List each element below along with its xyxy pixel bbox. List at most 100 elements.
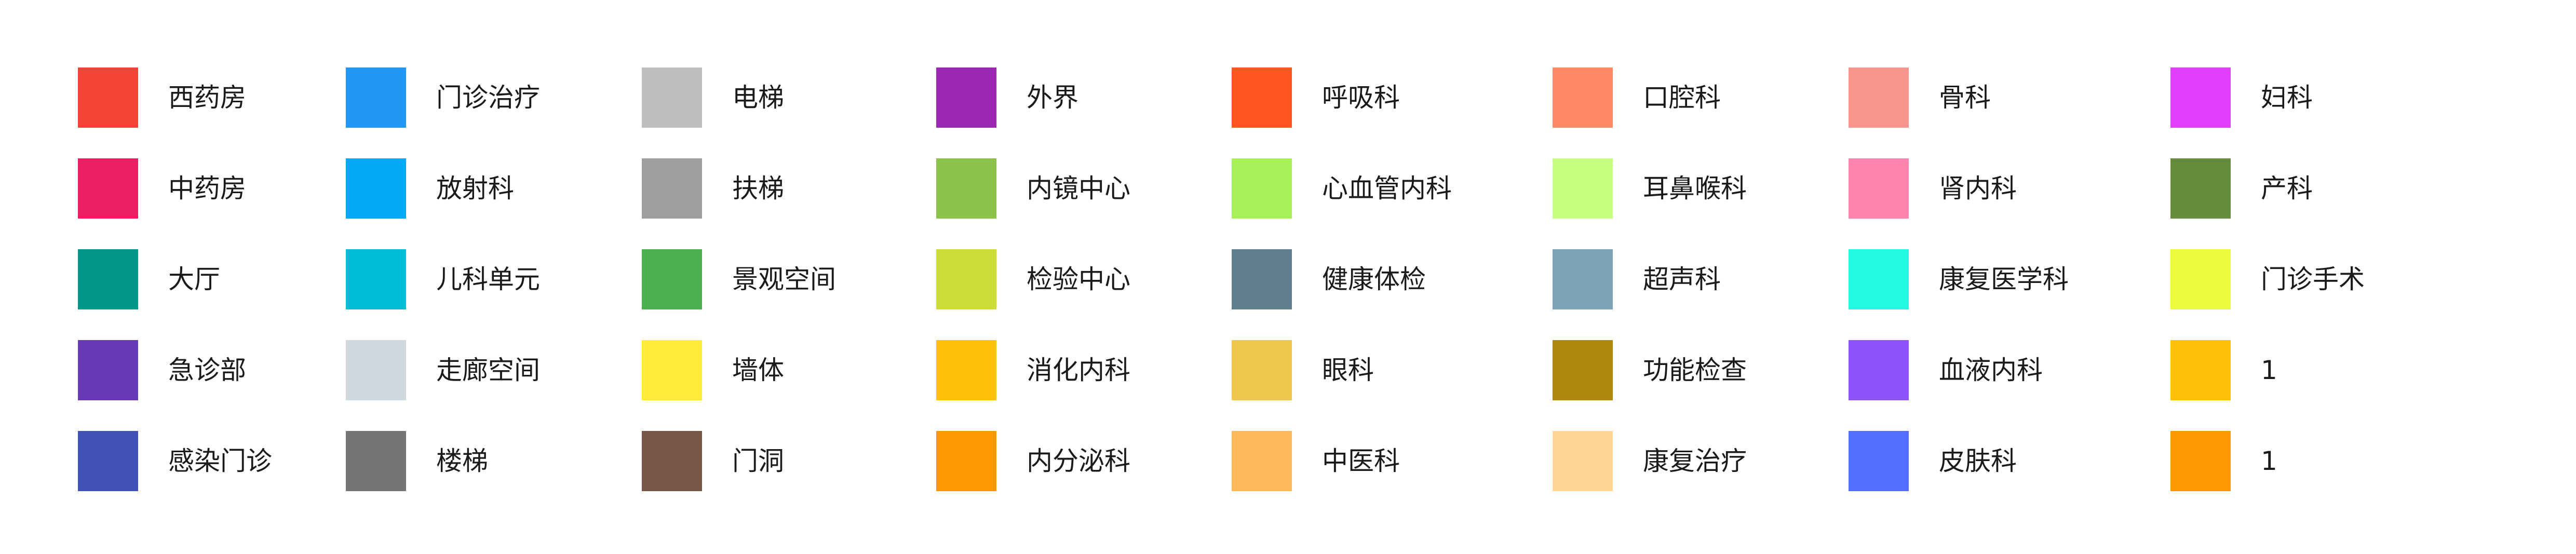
legend-item: 门诊治疗	[346, 67, 678, 128]
legend-label: 耳鼻喉科	[1643, 173, 1747, 204]
legend-label: 内镜中心	[1027, 173, 1130, 204]
legend-label: 妇科	[2261, 83, 2313, 113]
legend-item: 肾内科	[1849, 158, 2181, 219]
legend-swatch	[1553, 67, 1613, 128]
legend-label: 景观空间	[732, 264, 836, 294]
legend-item: 儿科单元	[346, 249, 678, 309]
legend-swatch	[936, 67, 996, 128]
legend-item: 走廊空间	[346, 340, 678, 400]
legend-item: 妇科	[2170, 67, 2503, 128]
legend-label: 消化内科	[1027, 355, 1130, 385]
legend-swatch	[1232, 431, 1292, 491]
legend-label: 口腔科	[1643, 83, 1721, 113]
legend-swatch	[346, 158, 406, 219]
legend-item: 1	[2170, 340, 2503, 400]
legend-item: 眼科	[1232, 340, 1564, 400]
legend-swatch	[2170, 67, 2231, 128]
legend-item: 功能检查	[1553, 340, 1885, 400]
legend-label: 超声科	[1643, 264, 1721, 294]
legend-item: 电梯	[642, 67, 974, 128]
legend-swatch	[642, 340, 702, 400]
legend-swatch	[1849, 158, 1909, 219]
legend-swatch	[346, 340, 406, 400]
legend-swatch	[1553, 158, 1613, 219]
legend-label: 康复医学科	[1939, 264, 2069, 294]
legend-label: 外界	[1027, 83, 1078, 113]
legend-swatch	[642, 249, 702, 309]
legend-label: 大厅	[168, 264, 220, 294]
legend-label: 西药房	[168, 83, 246, 113]
legend-item: 心血管内科	[1232, 158, 1564, 219]
legend-swatch	[642, 67, 702, 128]
legend-item: 呼吸科	[1232, 67, 1564, 128]
legend-item: 楼梯	[346, 431, 678, 491]
legend-label: 儿科单元	[436, 264, 540, 294]
legend-swatch	[1849, 431, 1909, 491]
legend-label: 中医科	[1322, 446, 1400, 476]
legend-label: 放射科	[436, 173, 514, 204]
legend-swatch	[1553, 431, 1613, 491]
legend-item: 景观空间	[642, 249, 974, 309]
legend-swatch	[1849, 340, 1909, 400]
legend-label: 走廊空间	[436, 355, 540, 385]
legend-item: 外界	[936, 67, 1269, 128]
legend-item: 皮肤科	[1849, 431, 2181, 491]
legend-label: 门诊手术	[2261, 264, 2365, 294]
legend-item: 口腔科	[1553, 67, 1885, 128]
legend-item: 扶梯	[642, 158, 974, 219]
legend-swatch	[642, 431, 702, 491]
legend-label: 内分泌科	[1027, 446, 1130, 476]
legend-swatch	[1849, 67, 1909, 128]
legend-swatch	[936, 249, 996, 309]
legend-label: 血液内科	[1939, 355, 2043, 385]
legend-swatch	[346, 249, 406, 309]
legend-label: 1	[2261, 446, 2277, 476]
legend-label: 功能检查	[1643, 355, 1747, 385]
legend-item: 内镜中心	[936, 158, 1269, 219]
legend-swatch	[642, 158, 702, 219]
legend-item: 健康体检	[1232, 249, 1564, 309]
legend-item: 墙体	[642, 340, 974, 400]
legend-swatch	[2170, 249, 2231, 309]
legend-swatch	[1849, 249, 1909, 309]
legend-label: 康复治疗	[1643, 446, 1747, 476]
legend-swatch	[1232, 158, 1292, 219]
legend-item: 门洞	[642, 431, 974, 491]
legend-item: 检验中心	[936, 249, 1269, 309]
legend-item: 康复医学科	[1849, 249, 2181, 309]
legend-swatch	[1232, 249, 1292, 309]
legend-label: 中药房	[168, 173, 246, 204]
legend-label: 电梯	[732, 83, 784, 113]
legend-swatch	[936, 158, 996, 219]
legend-swatch	[1232, 340, 1292, 400]
legend-swatch	[2170, 340, 2231, 400]
color-legend: 西药房 中药房 大厅 急诊部 感染门诊 门诊治疗 放射科 儿科单元 走廊空间 楼…	[0, 0, 2576, 554]
legend-swatch	[78, 67, 138, 128]
legend-label: 呼吸科	[1322, 83, 1400, 113]
legend-swatch	[936, 431, 996, 491]
legend-label: 急诊部	[168, 355, 246, 385]
legend-item: 消化内科	[936, 340, 1269, 400]
legend-item: 门诊手术	[2170, 249, 2503, 309]
legend-swatch	[78, 249, 138, 309]
legend-swatch	[346, 431, 406, 491]
legend-label: 门诊治疗	[436, 83, 540, 113]
legend-item: 骨科	[1849, 67, 2181, 128]
legend-item: 耳鼻喉科	[1553, 158, 1885, 219]
legend-swatch	[78, 158, 138, 219]
legend-swatch	[2170, 431, 2231, 491]
legend-item: 内分泌科	[936, 431, 1269, 491]
legend-label: 1	[2261, 355, 2277, 385]
legend-label: 健康体检	[1322, 264, 1426, 294]
legend-swatch	[1553, 249, 1613, 309]
legend-label: 门洞	[732, 446, 784, 476]
legend-item: 康复治疗	[1553, 431, 1885, 491]
legend-swatch	[1553, 340, 1613, 400]
legend-swatch	[346, 67, 406, 128]
legend-label: 眼科	[1322, 355, 1374, 385]
legend-item: 产科	[2170, 158, 2503, 219]
legend-swatch	[78, 340, 138, 400]
legend-item: 血液内科	[1849, 340, 2181, 400]
legend-swatch	[2170, 158, 2231, 219]
legend-label: 心血管内科	[1322, 173, 1452, 204]
